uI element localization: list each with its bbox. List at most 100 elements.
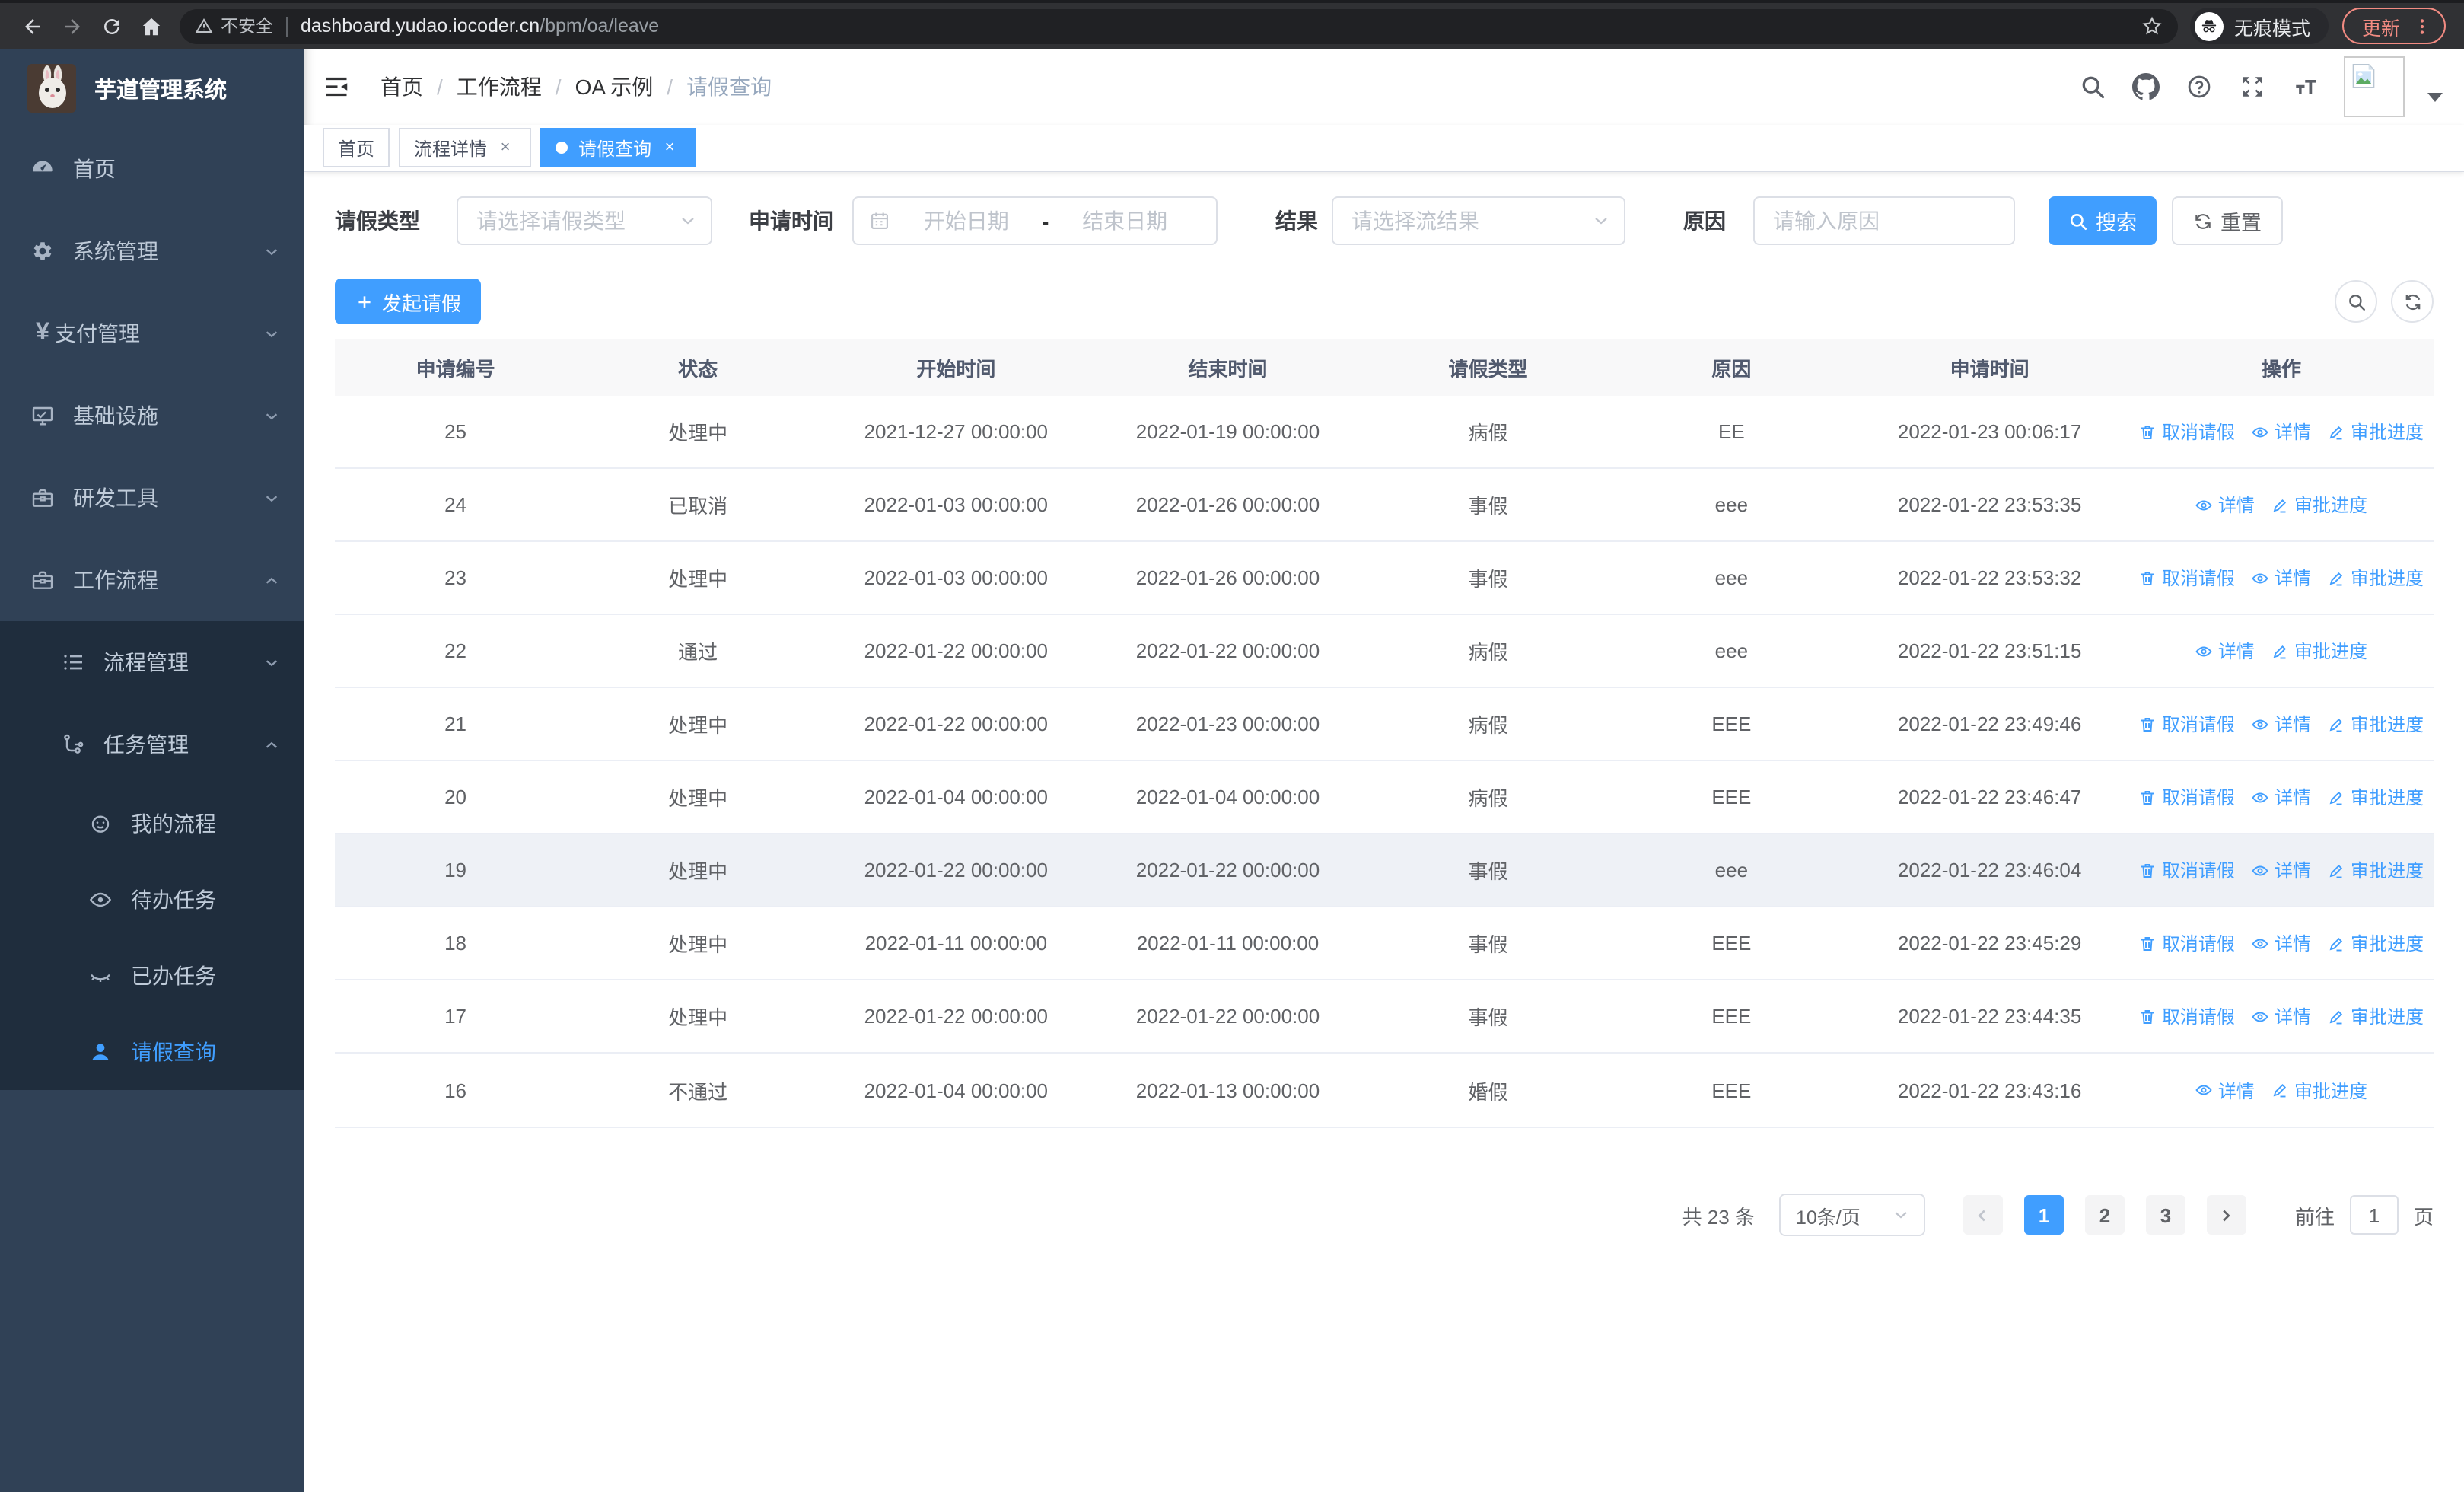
cell-start-time: 2022-01-03 00:00:00 (864, 566, 1049, 589)
browser-home-icon[interactable] (131, 6, 170, 46)
cancel-leave-link[interactable]: 取消请假 (2139, 565, 2235, 591)
sidebar-collapse-icon[interactable] (320, 70, 353, 104)
table-search-toggle-button[interactable] (2335, 280, 2377, 323)
close-icon[interactable]: × (495, 137, 516, 158)
approval-progress-link[interactable]: 审批进度 (2328, 930, 2424, 956)
sidebar-item-leave-query[interactable]: 请假查询 (0, 1014, 304, 1090)
update-button[interactable]: 更新 (2341, 8, 2446, 44)
reason-input[interactable] (1755, 198, 2014, 244)
trash-icon (2141, 1009, 2154, 1023)
cell-start-time: 2022-01-22 00:00:00 (864, 712, 1049, 735)
security-label: 不安全 (221, 18, 273, 37)
browser-forward-icon[interactable] (52, 6, 91, 46)
browser-reload-icon[interactable] (91, 6, 131, 46)
page-size-select[interactable]: 10条/页 (1778, 1194, 1925, 1236)
approval-progress-link[interactable]: 审批进度 (2328, 419, 2424, 445)
detail-link[interactable]: 详情 (2252, 784, 2311, 810)
help-icon[interactable] (2184, 72, 2214, 102)
approval-progress-link[interactable]: 审批进度 (2271, 492, 2367, 518)
sidebar-item-infra[interactable]: 基础设施 (0, 375, 304, 457)
detail-link[interactable]: 详情 (2195, 492, 2255, 518)
approval-progress-link[interactable]: 审批进度 (2328, 565, 2424, 591)
eye-icon (2196, 645, 2213, 656)
approval-progress-link[interactable]: 审批进度 (2328, 784, 2424, 810)
cell-actions: 取消请假 详情 审批进度 (2129, 711, 2434, 737)
breadcrumb-item[interactable]: 首页 (380, 72, 423, 102)
sidebar-item-todo-tasks[interactable]: 待办任务 (0, 862, 304, 938)
tab-home[interactable]: 首页 (323, 128, 390, 167)
page-button-1[interactable]: 1 (2023, 1195, 2064, 1235)
sidebar-item-payment[interactable]: ¥ 支付管理 (0, 292, 304, 375)
detail-link[interactable]: 详情 (2252, 857, 2311, 883)
page-button-3[interactable]: 3 (2145, 1195, 2185, 1235)
prev-page-button[interactable] (1963, 1195, 2003, 1235)
cell-end-time: 2022-01-22 00:00:00 (1135, 859, 1320, 881)
sidebar-item-process-mgmt[interactable]: 流程管理 (0, 621, 304, 703)
url-bar[interactable]: 不安全 dashboard.yudao.iocoder.cn/bpm/oa/le… (180, 8, 2178, 43)
browser-back-icon[interactable] (12, 6, 52, 46)
detail-link[interactable]: 详情 (2252, 419, 2311, 445)
eye-icon (2252, 938, 2269, 948)
next-page-button[interactable] (2206, 1195, 2246, 1235)
leave-type-select[interactable]: 请选择请假类型 (457, 196, 712, 245)
cell-start-time: 2022-01-22 00:00:00 (864, 1005, 1049, 1028)
goto-page-input[interactable] (2349, 1195, 2399, 1235)
cancel-leave-link[interactable]: 取消请假 (2139, 1003, 2235, 1029)
table-row: 17 处理中 2022-01-22 00:00:00 2022-01-22 00… (335, 980, 2434, 1054)
column-header: 结束时间 (1188, 358, 1268, 381)
cancel-leave-link[interactable]: 取消请假 (2139, 930, 2235, 956)
create-leave-button[interactable]: 发起请假 (335, 279, 481, 324)
chevron-down-icon[interactable] (2427, 93, 2443, 102)
approval-progress-link[interactable]: 审批进度 (2271, 638, 2367, 664)
close-icon[interactable]: × (659, 137, 680, 158)
cell-apply-time: 2022-01-22 23:53:32 (1897, 566, 2082, 589)
search-button[interactable]: 搜索 (2049, 196, 2157, 245)
search-icon[interactable] (2077, 72, 2108, 102)
tab-process-detail[interactable]: 流程详情 × (399, 128, 532, 167)
reason-field (1753, 196, 2015, 245)
breadcrumb-item[interactable]: 工作流程 (457, 72, 542, 102)
cell-reason: EEE (1711, 932, 1752, 955)
briefcase-icon (30, 568, 55, 592)
cancel-leave-link[interactable]: 取消请假 (2139, 711, 2235, 737)
sidebar-item-system[interactable]: 系统管理 (0, 210, 304, 292)
table-row: 18 处理中 2022-01-11 00:00:00 2022-01-11 00… (335, 907, 2434, 980)
page-button-2[interactable]: 2 (2084, 1195, 2125, 1235)
edit-pen-icon (2274, 498, 2287, 512)
cancel-leave-link[interactable]: 取消请假 (2139, 784, 2235, 810)
cell-status: 已取消 (668, 495, 728, 518)
detail-link[interactable]: 详情 (2252, 565, 2311, 591)
approval-progress-link[interactable]: 审批进度 (2328, 857, 2424, 883)
font-size-icon[interactable] (2291, 72, 2321, 102)
bookmark-star-icon[interactable] (2141, 15, 2163, 37)
cell-apply-time: 2022-01-22 23:46:47 (1897, 786, 2082, 808)
tab-leave-query[interactable]: 请假查询 × (540, 128, 696, 167)
cancel-leave-link[interactable]: 取消请假 (2139, 857, 2235, 883)
breadcrumb-item[interactable]: OA 示例 (575, 72, 654, 102)
github-icon[interactable] (2131, 72, 2161, 102)
detail-link[interactable]: 详情 (2252, 1003, 2311, 1029)
sidebar-item-done-tasks[interactable]: 已办任务 (0, 938, 304, 1014)
fullscreen-icon[interactable] (2237, 72, 2268, 102)
detail-link[interactable]: 详情 (2252, 930, 2311, 956)
result-select[interactable]: 请选择流结果 (1332, 196, 1625, 245)
reset-button[interactable]: 重置 (2172, 196, 2283, 245)
detail-link[interactable]: 详情 (2195, 638, 2255, 664)
detail-link[interactable]: 详情 (2252, 711, 2311, 737)
approval-progress-link[interactable]: 审批进度 (2328, 1003, 2424, 1029)
sidebar-item-task-mgmt[interactable]: 任务管理 (0, 703, 304, 786)
url-text: dashboard.yudao.iocoder.cn/bpm/oa/leave (301, 15, 660, 37)
avatar[interactable] (2344, 56, 2405, 117)
sidebar-item-my-process[interactable]: 我的流程 (0, 786, 304, 862)
sidebar-item-home[interactable]: 首页 (0, 128, 304, 210)
approval-progress-link[interactable]: 审批进度 (2328, 711, 2424, 737)
apply-time-range-picker[interactable]: 开始日期 - 结束日期 (852, 196, 1218, 245)
sidebar-item-workflow[interactable]: 工作流程 (0, 539, 304, 621)
tags-view: 首页 流程详情 × 请假查询 × (304, 125, 2464, 172)
detail-link[interactable]: 详情 (2195, 1077, 2255, 1103)
table-refresh-button[interactable] (2391, 280, 2434, 323)
approval-progress-link[interactable]: 审批进度 (2271, 1077, 2367, 1103)
cell-status: 处理中 (668, 422, 728, 445)
cancel-leave-link[interactable]: 取消请假 (2139, 419, 2235, 445)
sidebar-item-devtools[interactable]: 研发工具 (0, 457, 304, 539)
